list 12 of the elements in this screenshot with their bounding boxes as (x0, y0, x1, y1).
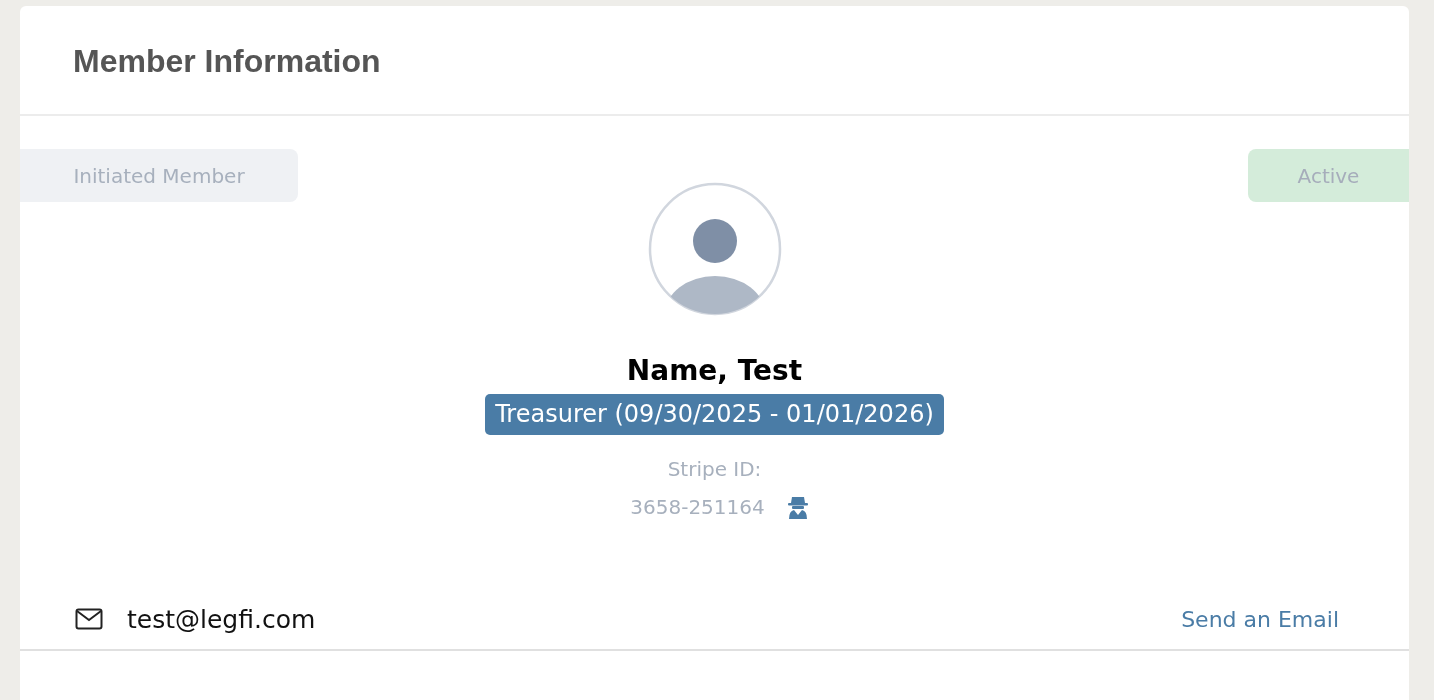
stripe-id-value: 3658-251164 (630, 495, 765, 519)
avatar-icon (647, 182, 782, 316)
member-type-badge: Initiated Member (20, 149, 298, 202)
send-email-link[interactable]: Send an Email (1181, 606, 1339, 632)
stripe-id-label: Stripe ID: (667, 457, 762, 481)
card-title: Member Information (73, 41, 381, 80)
status-badge: Active (1248, 149, 1409, 202)
spy-icon[interactable] (786, 495, 809, 519)
role-badge: Treasurer (09/30/2025 - 01/01/2026) (485, 394, 944, 435)
email-address: test@legfi.com (127, 604, 316, 634)
mail-icon (75, 608, 103, 630)
member-name: Name, Test (626, 354, 803, 388)
